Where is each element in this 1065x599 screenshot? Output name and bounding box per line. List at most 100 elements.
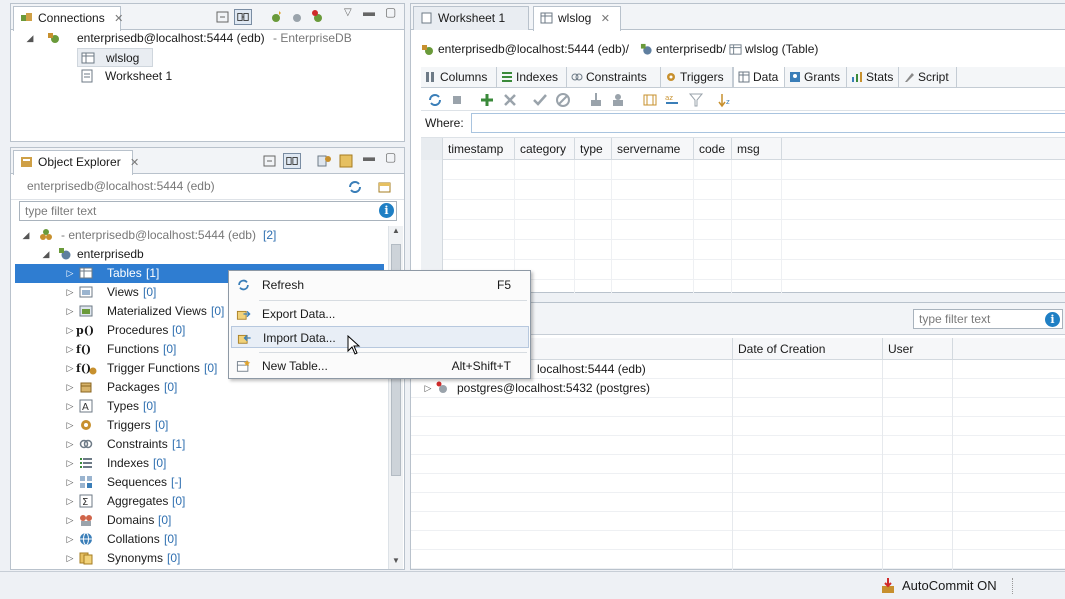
collapse-all-icon[interactable] xyxy=(261,153,279,169)
expand-toggle-icon[interactable]: ▷ xyxy=(65,397,75,416)
import-icon[interactable] xyxy=(588,92,604,108)
expand-toggle-icon[interactable]: ▷ xyxy=(65,530,75,549)
tab-worksheet-1[interactable]: Worksheet 1 xyxy=(413,6,529,30)
minimize-icon[interactable]: ▬ xyxy=(363,5,375,19)
expand-toggle-icon[interactable]: ▷ xyxy=(65,283,75,302)
subtab-stats[interactable]: Stats xyxy=(847,67,899,87)
connection-tree-root[interactable]: ◢ enterprisedb@localhost:5444 (edb) - En… xyxy=(25,29,395,48)
view-menu-icon[interactable]: ▽ xyxy=(344,7,352,18)
menu-item-refresh[interactable]: Refresh F5 xyxy=(231,274,529,296)
menu-item-new-table[interactable]: New Table... Alt+Shift+T xyxy=(231,355,529,377)
close-icon[interactable]: ✕ xyxy=(130,157,139,169)
subtab-grants[interactable]: Grants xyxy=(785,67,847,87)
rollback-icon[interactable] xyxy=(555,92,571,108)
expand-toggle-icon[interactable]: ▷ xyxy=(65,454,75,473)
column-width-icon[interactable] xyxy=(642,92,658,108)
expand-toggle-icon[interactable]: ▷ xyxy=(65,378,75,397)
new-connection-icon[interactable] xyxy=(267,9,285,25)
object-type-row-collations[interactable]: ▷ Collations [0] xyxy=(15,530,355,549)
new-object-icon[interactable] xyxy=(377,179,393,195)
link-editor-icon[interactable] xyxy=(283,153,301,169)
expand-toggle-icon[interactable]: ▷ xyxy=(65,264,75,283)
date-column-header[interactable]: Date of Creation xyxy=(733,338,883,360)
tree-root-row[interactable]: ◢ - enterprisedb@localhost:5444 (edb) [2… xyxy=(21,226,381,245)
info-icon[interactable]: i xyxy=(379,203,394,218)
object-type-row-sequences[interactable]: ▷ Sequences [-] xyxy=(15,473,355,492)
column-header[interactable]: type xyxy=(575,138,612,160)
breadcrumb-table[interactable]: wlslog (Table) xyxy=(745,42,818,56)
object-type-row-packages[interactable]: ▷ Packages [0] xyxy=(15,378,355,397)
object-type-row-constraints[interactable]: ▷ Constraints [1] xyxy=(15,435,355,454)
tab-connections[interactable]: Connections ✕ xyxy=(13,6,123,31)
filter-icon[interactable] xyxy=(688,92,704,108)
expand-toggle-icon[interactable]: ▷ xyxy=(65,511,75,530)
database-row[interactable]: ◢ enterprisedb xyxy=(41,245,241,264)
breadcrumb-database[interactable]: enterprisedb/ xyxy=(656,42,726,56)
column-header[interactable]: timestamp xyxy=(443,138,515,160)
refresh-icon[interactable] xyxy=(347,179,363,195)
expand-toggle-icon[interactable]: ▷ xyxy=(65,473,75,492)
tab-wlslog[interactable]: wlslog ✕ xyxy=(533,6,621,31)
breadcrumb-connection[interactable]: enterprisedb@localhost:5444 (edb)/ xyxy=(438,42,629,56)
expand-toggle-icon[interactable]: ▷ xyxy=(65,416,75,435)
expand-toggle-icon[interactable]: ▷ xyxy=(65,435,75,454)
subtab-indexes[interactable]: Indexes xyxy=(497,67,567,87)
close-icon[interactable]: ✕ xyxy=(114,13,123,25)
subtab-script[interactable]: Script xyxy=(899,67,957,87)
where-input[interactable] xyxy=(471,113,1065,133)
tab-object-explorer[interactable]: Object Explorer ✕ xyxy=(13,150,139,175)
disconnect-all-icon[interactable] xyxy=(309,9,327,25)
scroll-down-icon[interactable]: ▼ xyxy=(392,556,400,565)
commit-icon[interactable] xyxy=(532,92,548,108)
user-column-header[interactable]: User xyxy=(883,338,953,360)
database-stack-icon[interactable] xyxy=(337,153,355,169)
expand-toggle-icon[interactable]: ▷ xyxy=(65,321,75,340)
subtab-triggers[interactable]: Triggers xyxy=(661,67,733,87)
stop-icon[interactable] xyxy=(449,92,465,108)
object-type-row-types[interactable]: ▷ A Types [0] xyxy=(15,397,355,416)
sort-az-icon[interactable]: az xyxy=(664,92,680,108)
column-header[interactable]: servername xyxy=(612,138,694,160)
scroll-up-icon[interactable]: ▲ xyxy=(392,226,400,235)
export-icon[interactable] xyxy=(610,92,626,108)
object-type-row-synonyms[interactable]: ▷ Synonyms [0] xyxy=(15,549,355,568)
column-header[interactable]: msg xyxy=(732,138,782,160)
disconnect-icon[interactable] xyxy=(288,9,306,25)
object-type-row-indexes[interactable]: ▷ Indexes [0] xyxy=(15,454,355,473)
explorer-filter-input[interactable]: type filter text xyxy=(19,201,397,221)
subtab-data[interactable]: Data xyxy=(733,67,785,87)
subtab-constraints[interactable]: Constraints xyxy=(567,67,661,87)
delete-row-icon[interactable] xyxy=(502,92,518,108)
expand-toggle-icon[interactable]: ▷ xyxy=(65,302,75,321)
expand-toggle-icon[interactable]: ◢ xyxy=(41,245,51,264)
expand-toggle-icon[interactable]: ▷ xyxy=(65,492,75,511)
autocommit-status[interactable]: AutoCommit ON xyxy=(902,578,997,593)
maximize-icon[interactable]: ▢ xyxy=(385,150,396,164)
info-icon[interactable]: i xyxy=(1045,312,1060,327)
bottom-row[interactable]: ▷ postgres@localhost:5432 (postgres) xyxy=(423,379,723,398)
expand-toggle-icon[interactable]: ▷ xyxy=(423,379,433,398)
column-header[interactable]: category xyxy=(515,138,575,160)
connection-child-worksheet[interactable]: Worksheet 1 xyxy=(77,67,227,86)
menu-item-export-data[interactable]: Export Data... xyxy=(231,303,529,325)
bottom-filter-input[interactable]: type filter text xyxy=(913,309,1063,329)
object-type-row-triggers[interactable]: ▷ Triggers [0] xyxy=(15,416,355,435)
close-icon[interactable]: ✕ xyxy=(601,13,610,25)
add-row-icon[interactable] xyxy=(479,92,495,108)
column-header[interactable]: code xyxy=(694,138,732,160)
link-editor-icon[interactable] xyxy=(234,9,252,25)
subtab-columns[interactable]: Columns xyxy=(421,67,497,87)
filter-objects-icon[interactable] xyxy=(315,153,333,169)
expand-toggle-icon[interactable]: ▷ xyxy=(65,549,75,568)
expand-toggle-icon[interactable]: ◢ xyxy=(25,29,35,48)
collapse-all-icon[interactable] xyxy=(214,9,232,25)
object-type-row-domains[interactable]: ▷ Domains [0] xyxy=(15,511,355,530)
sort-desc-icon[interactable]: z xyxy=(718,92,734,108)
menu-item-import-data[interactable]: Import Data... xyxy=(231,326,529,348)
expand-toggle-icon[interactable]: ▷ xyxy=(65,359,75,378)
connection-child-wlslog[interactable]: wlslog xyxy=(77,48,153,67)
refresh-icon[interactable] xyxy=(427,92,443,108)
maximize-icon[interactable]: ▢ xyxy=(385,5,396,19)
expand-toggle-icon[interactable]: ▷ xyxy=(65,340,75,359)
minimize-icon[interactable]: ▬ xyxy=(363,150,375,164)
